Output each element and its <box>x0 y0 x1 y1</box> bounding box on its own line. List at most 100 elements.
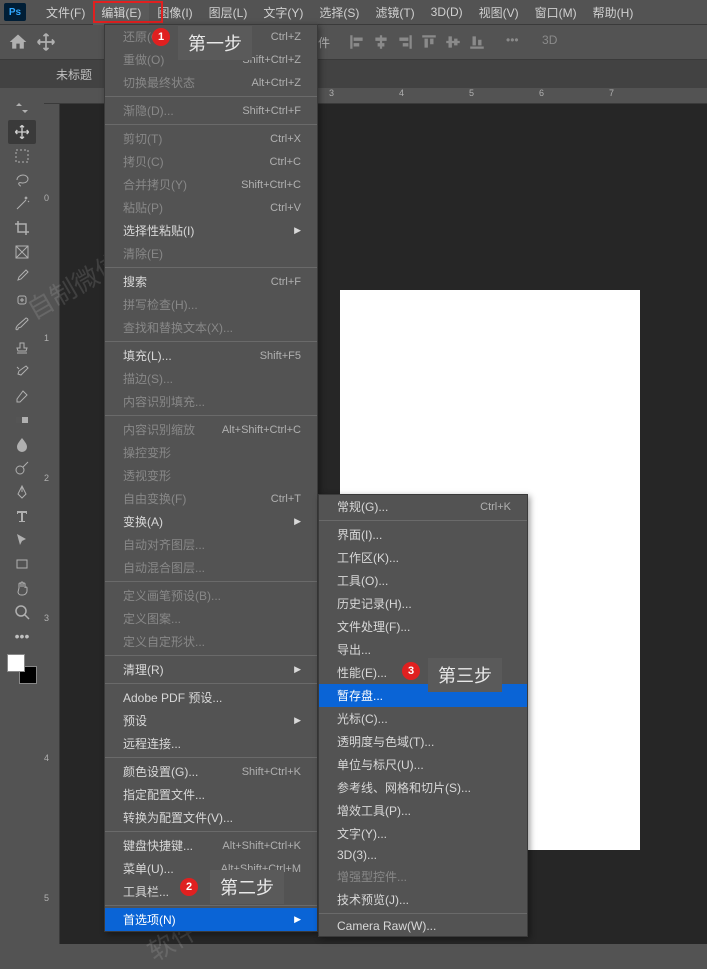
eraser-tool[interactable] <box>8 384 36 408</box>
hand-tool[interactable] <box>8 576 36 600</box>
menu-define-pattern[interactable]: 定义图案... <box>105 607 317 630</box>
lasso-tool[interactable] <box>8 168 36 192</box>
menu-assign-profile[interactable]: 指定配置文件... <box>105 783 317 806</box>
more-options-icon[interactable]: ••• <box>506 33 524 51</box>
menu-stroke[interactable]: 描边(S)... <box>105 367 317 390</box>
menu-find-replace[interactable]: 查找和替换文本(X)... <box>105 316 317 339</box>
move-tool[interactable] <box>8 120 36 144</box>
rectangle-tool[interactable] <box>8 552 36 576</box>
align-left-icon[interactable] <box>348 33 366 51</box>
menu-window[interactable]: 窗口(M) <box>527 0 585 25</box>
prefs-units-rulers[interactable]: 单位与标尺(U)... <box>319 753 527 776</box>
prefs-type[interactable]: 文字(Y)... <box>319 822 527 845</box>
prefs-enhanced-controls[interactable]: 增强型控件... <box>319 865 527 888</box>
menu-3d[interactable]: 3D(D) <box>423 1 471 23</box>
dodge-tool[interactable] <box>8 456 36 480</box>
color-swatches[interactable] <box>7 654 37 684</box>
edit-menu-dropdown: 还原(O)Ctrl+Z 重做(O)Shift+Ctrl+Z 切换最终状态Alt+… <box>104 24 318 932</box>
menu-content-aware-fill[interactable]: 内容识别填充... <box>105 390 317 413</box>
blur-tool[interactable] <box>8 432 36 456</box>
menu-spell-check[interactable]: 拼写检查(H)... <box>105 293 317 316</box>
step-label-2: 第二步 <box>210 870 284 904</box>
menu-image[interactable]: 图像(I) <box>149 0 200 25</box>
healing-tool[interactable] <box>8 288 36 312</box>
align-vcenter-icon[interactable] <box>444 33 462 51</box>
menu-puppet-warp[interactable]: 操控变形 <box>105 441 317 464</box>
menu-presets[interactable]: 预设▶ <box>105 709 317 732</box>
pen-tool[interactable] <box>8 480 36 504</box>
menu-auto-blend[interactable]: 自动混合图层... <box>105 556 317 579</box>
menu-clear[interactable]: 清除(E) <box>105 242 317 265</box>
magic-wand-tool[interactable] <box>8 192 36 216</box>
align-bottom-icon[interactable] <box>468 33 486 51</box>
menu-perspective-warp[interactable]: 透视变形 <box>105 464 317 487</box>
menu-free-transform[interactable]: 自由变换(F)Ctrl+T <box>105 487 317 510</box>
menu-filter[interactable]: 滤镜(T) <box>367 0 422 25</box>
menu-preferences[interactable]: 首选项(N)▶ <box>105 908 317 931</box>
path-selection-tool[interactable] <box>8 528 36 552</box>
brush-tool[interactable] <box>8 312 36 336</box>
ruler-mark: 1 <box>44 333 49 343</box>
menu-purge[interactable]: 清理(R)▶ <box>105 658 317 681</box>
prefs-guides-grid-slices[interactable]: 参考线、网格和切片(S)... <box>319 776 527 799</box>
collapse-icon[interactable] <box>8 96 36 120</box>
menu-toggle-last-state[interactable]: 切换最终状态Alt+Ctrl+Z <box>105 71 317 94</box>
menu-auto-align[interactable]: 自动对齐图层... <box>105 533 317 556</box>
zoom-tool[interactable] <box>8 600 36 624</box>
frame-tool[interactable] <box>8 240 36 264</box>
prefs-file-handling[interactable]: 文件处理(F)... <box>319 615 527 638</box>
eyedropper-tool[interactable] <box>8 264 36 288</box>
menu-paste[interactable]: 粘贴(P)Ctrl+V <box>105 196 317 219</box>
menu-copy[interactable]: 拷贝(C)Ctrl+C <box>105 150 317 173</box>
menu-fade[interactable]: 渐隐(D)...Shift+Ctrl+F <box>105 99 317 122</box>
prefs-general[interactable]: 常规(G)...Ctrl+K <box>319 495 527 518</box>
callout-badge-3: 3 <box>402 662 420 680</box>
menu-file[interactable]: 文件(F) <box>38 0 93 25</box>
prefs-3d[interactable]: 3D(3)... <box>319 845 527 865</box>
menu-layer[interactable]: 图层(L) <box>201 0 256 25</box>
menu-search[interactable]: 搜索Ctrl+F <box>105 270 317 293</box>
menu-paste-special[interactable]: 选择性粘贴(I)▶ <box>105 219 317 242</box>
marquee-tool[interactable] <box>8 144 36 168</box>
menu-adobe-pdf-presets[interactable]: Adobe PDF 预设... <box>105 686 317 709</box>
menu-keyboard-shortcuts[interactable]: 键盘快捷键...Alt+Shift+Ctrl+K <box>105 834 317 857</box>
menu-help[interactable]: 帮助(H) <box>585 0 642 25</box>
gradient-tool[interactable] <box>8 408 36 432</box>
prefs-cursors[interactable]: 光标(C)... <box>319 707 527 730</box>
align-right-icon[interactable] <box>396 33 414 51</box>
prefs-camera-raw[interactable]: Camera Raw(W)... <box>319 916 527 936</box>
ruler-mark: 4 <box>399 88 404 98</box>
align-hcenter-icon[interactable] <box>372 33 390 51</box>
prefs-transparency-gamut[interactable]: 透明度与色域(T)... <box>319 730 527 753</box>
menu-view[interactable]: 视图(V) <box>471 0 527 25</box>
menu-define-shape[interactable]: 定义自定形状... <box>105 630 317 653</box>
menu-define-brush[interactable]: 定义画笔预设(B)... <box>105 584 317 607</box>
prefs-interface[interactable]: 界面(I)... <box>319 523 527 546</box>
stamp-tool[interactable] <box>8 336 36 360</box>
menu-color-settings[interactable]: 颜色设置(G)...Shift+Ctrl+K <box>105 760 317 783</box>
history-brush-tool[interactable] <box>8 360 36 384</box>
home-icon[interactable] <box>8 32 28 52</box>
foreground-color-swatch[interactable] <box>7 654 25 672</box>
menu-type[interactable]: 文字(Y) <box>255 0 311 25</box>
prefs-workspace[interactable]: 工作区(K)... <box>319 546 527 569</box>
menu-convert-profile[interactable]: 转换为配置文件(V)... <box>105 806 317 829</box>
menu-remote-connect[interactable]: 远程连接... <box>105 732 317 755</box>
menu-select[interactable]: 选择(S) <box>311 0 367 25</box>
prefs-tech-previews[interactable]: 技术预览(J)... <box>319 888 527 911</box>
3d-mode-label[interactable]: 3D <box>542 33 557 51</box>
document-tab[interactable]: 未标题 <box>56 66 92 83</box>
menu-content-aware-scale[interactable]: 内容识别缩放Alt+Shift+Ctrl+C <box>105 418 317 441</box>
prefs-plugins[interactable]: 增效工具(P)... <box>319 799 527 822</box>
edit-toolbar-icon[interactable]: ••• <box>8 624 36 648</box>
prefs-tools[interactable]: 工具(O)... <box>319 569 527 592</box>
type-tool[interactable] <box>8 504 36 528</box>
prefs-history-log[interactable]: 历史记录(H)... <box>319 592 527 615</box>
align-top-icon[interactable] <box>420 33 438 51</box>
menu-transform[interactable]: 变换(A)▶ <box>105 510 317 533</box>
menu-fill[interactable]: 填充(L)...Shift+F5 <box>105 344 317 367</box>
menu-cut[interactable]: 剪切(T)Ctrl+X <box>105 127 317 150</box>
crop-tool[interactable] <box>8 216 36 240</box>
menu-edit[interactable]: 编辑(E) <box>93 0 149 25</box>
menu-copy-merged[interactable]: 合并拷贝(Y)Shift+Ctrl+C <box>105 173 317 196</box>
